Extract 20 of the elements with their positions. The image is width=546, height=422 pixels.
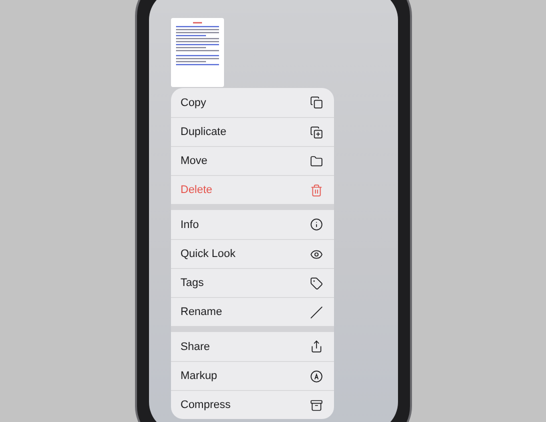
duplicate-icon [310,126,322,138]
menu-item[interactable]: Compress [170,390,334,419]
folder-icon [310,154,322,168]
eye-icon [310,248,322,260]
menu-item[interactable]: Quick Look [170,239,334,268]
menu-item[interactable]: Move [170,146,334,175]
document-thumbnail [170,18,224,87]
menu-item[interactable]: Share [170,332,334,361]
info-icon [310,218,322,231]
share-icon [310,340,322,353]
archive-icon [310,398,322,412]
menu-item[interactable]: Markup [170,361,334,390]
copy-icon [310,96,322,109]
menu-item[interactable]: Copy [170,88,334,117]
markup-icon [310,370,322,382]
trash-icon [310,184,322,196]
tag-icon [310,276,322,290]
menu-item[interactable]: Tags [170,268,334,297]
menu-item[interactable]: Info [170,210,334,239]
menu-item[interactable]: Duplicate [170,117,334,146]
